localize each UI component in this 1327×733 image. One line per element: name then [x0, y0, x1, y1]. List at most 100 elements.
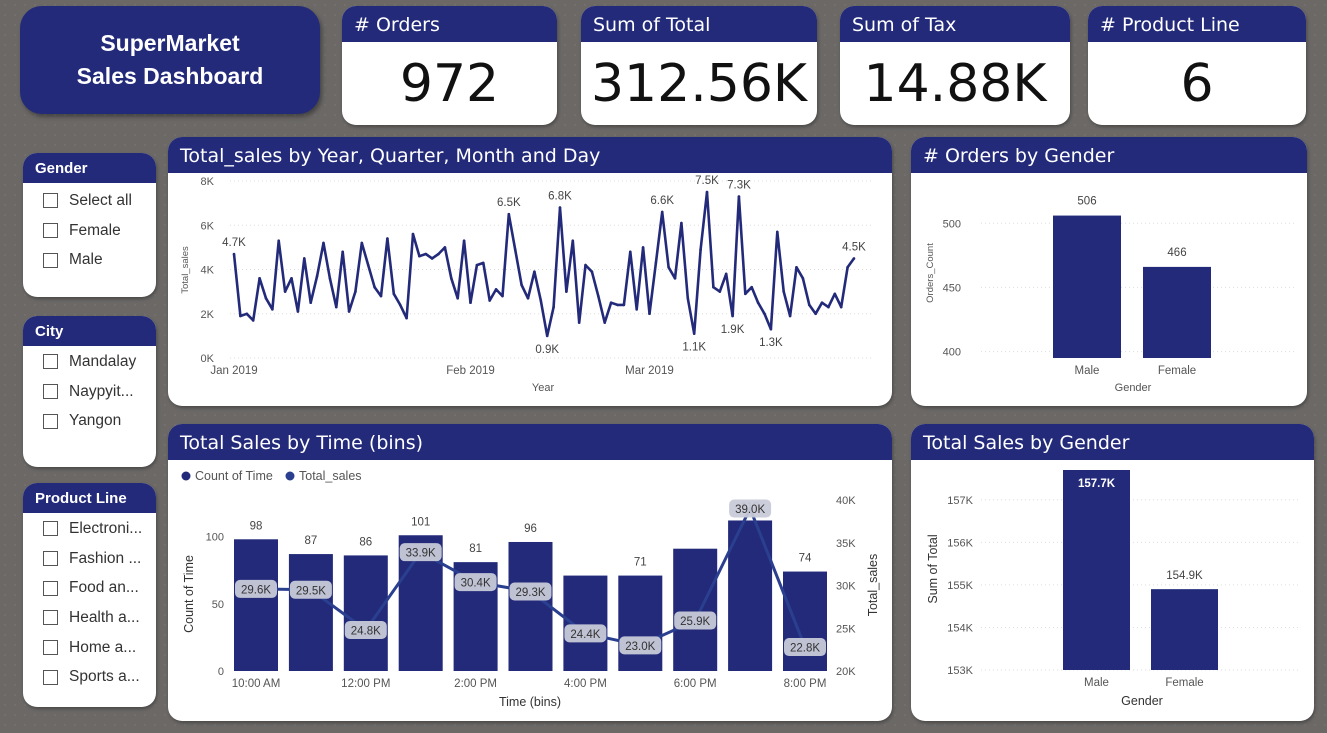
x-axis-title: Time (bins) — [499, 695, 561, 709]
kpi-card-product-line[interactable]: # Product Line 6 — [1088, 6, 1306, 125]
chart-card-sales-by-time[interactable]: Total Sales by Time (bins) Count of Time… — [168, 424, 892, 721]
bar-count — [508, 541, 553, 671]
data-point — [577, 321, 581, 324]
x-tick-label: Male — [1084, 677, 1109, 689]
data-point — [251, 319, 255, 322]
checkbox[interactable] — [43, 610, 58, 626]
data-point — [328, 277, 332, 280]
data-point — [820, 301, 824, 304]
y-axis-title: Count of Time — [182, 555, 196, 633]
legend-marker — [285, 471, 295, 481]
data-label: 157.7K — [1078, 478, 1116, 490]
x-tick-label: 2:00 PM — [454, 678, 497, 690]
data-label: 4.7K — [222, 237, 246, 249]
y2-axis-title: Total_sales — [866, 554, 880, 617]
checkbox[interactable] — [43, 384, 58, 400]
bar-data-label: 96 — [524, 523, 537, 535]
x-axis-title: Gender — [1121, 694, 1163, 708]
checkbox[interactable] — [43, 413, 58, 429]
slicer-option-naypyitaw[interactable]: Naypyit... — [23, 377, 156, 407]
data-point — [315, 274, 319, 278]
bar-count — [343, 555, 388, 671]
bar-male — [1053, 215, 1121, 358]
slicer-option-electronic[interactable]: Electroni... — [23, 514, 156, 544]
checkbox[interactable] — [43, 640, 58, 656]
y2-tick-label: 30K — [836, 581, 856, 593]
chart-title: Total Sales by Gender — [911, 424, 1314, 460]
data-point — [526, 296, 530, 300]
slicer-option-home[interactable]: Home a... — [23, 633, 156, 663]
slicer-option-select-all[interactable]: Select all — [23, 186, 156, 216]
data-point — [756, 301, 760, 304]
kpi-card-orders[interactable]: # Orders 972 — [342, 6, 557, 125]
slicer-option-yangon[interactable]: Yangon — [23, 406, 156, 436]
data-point — [635, 308, 638, 311]
checkbox[interactable] — [43, 252, 58, 268]
y-axis-title: Total_sales — [180, 246, 191, 294]
data-label: 466 — [1167, 247, 1186, 259]
slicer-option-sports[interactable]: Sports a... — [23, 662, 156, 692]
x-tick-label: Feb 2019 — [446, 365, 495, 377]
line-data-label: 33.9K — [406, 548, 436, 560]
chart-card-orders-by-gender[interactable]: # Orders by Gender 400 450 500 506 Male 466 Fe… — [911, 137, 1307, 406]
kpi-label: Sum of Tax — [840, 6, 1070, 42]
bar-data-label: 81 — [469, 543, 482, 555]
bar-data-label: 98 — [250, 520, 263, 532]
option-label: Home a... — [69, 638, 137, 656]
kpi-card-sum-total[interactable]: Sum of Total 312.56K — [581, 6, 817, 125]
data-label: 6.6K — [650, 195, 674, 207]
slicer-option-health[interactable]: Health a... — [23, 603, 156, 633]
checkbox[interactable] — [43, 193, 58, 209]
slicer-title: City — [23, 316, 156, 346]
slicer-option-fashion[interactable]: Fashion ... — [23, 544, 156, 574]
slicer-option-food[interactable]: Food an... — [23, 573, 156, 603]
checkbox[interactable] — [43, 669, 58, 685]
slicer-option-female[interactable]: Female — [23, 216, 156, 246]
data-point — [545, 334, 549, 338]
y-tick-label: 0 — [218, 666, 224, 678]
data-point — [290, 277, 293, 280]
data-label: 0.9K — [535, 344, 559, 356]
data-point — [386, 237, 389, 240]
checkbox[interactable] — [43, 580, 58, 596]
legend-label: Count of Time — [195, 469, 273, 483]
data-point — [239, 314, 242, 318]
dashboard-title: SuperMarket Sales Dashboard — [20, 6, 320, 114]
slicer-option-mandalay[interactable]: Mandalay — [23, 347, 156, 377]
bar-count — [618, 575, 663, 671]
combo-chart: Count of Time Total_sales 0 50 100 20K 25K 30K 3… — [181, 469, 880, 709]
chart-card-sales-by-gender[interactable]: Total Sales by Gender 153K 154K 155K 156K 15… — [911, 424, 1314, 721]
checkbox[interactable] — [43, 521, 58, 537]
data-point — [558, 206, 562, 209]
y-axis-title: Sum of Total — [926, 534, 940, 603]
data-point — [450, 277, 453, 280]
data-point — [430, 257, 434, 260]
data-label: 7.5K — [695, 175, 719, 187]
bar-data-label: 86 — [359, 536, 372, 548]
line-data-label: 23.0K — [625, 641, 655, 653]
dashboard-title-text: SuperMarket Sales Dashboard — [76, 30, 264, 89]
checkbox[interactable] — [43, 551, 58, 567]
data-point — [354, 290, 357, 293]
x-tick-label: Jan 2019 — [210, 365, 257, 377]
data-point — [839, 305, 843, 309]
checkbox[interactable] — [43, 223, 58, 239]
kpi-value: 972 — [399, 54, 500, 114]
option-label: Fashion ... — [69, 549, 142, 567]
y2-tick-label: 35K — [836, 538, 856, 550]
data-point — [737, 195, 741, 198]
data-point — [731, 314, 734, 318]
kpi-value: 312.56K — [590, 54, 808, 114]
checkbox[interactable] — [43, 354, 58, 370]
data-point — [398, 303, 402, 307]
data-point — [303, 257, 306, 260]
kpi-card-sum-tax[interactable]: Sum of Tax 14.88K — [840, 6, 1070, 125]
chart-card-total-sales-by-date[interactable]: Total_sales by Year, Quarter, Month and … — [168, 137, 892, 406]
data-point — [641, 246, 645, 249]
data-point — [360, 241, 364, 245]
slicer-city: City Mandalay Naypyit... Yangon — [23, 316, 156, 467]
option-label: Male — [69, 251, 103, 269]
orders-bar-chart: 400 450 500 506 Male 466 Female Gender Orders_Co… — [925, 196, 1296, 394]
slicer-option-male[interactable]: Male — [23, 245, 156, 275]
bar-count — [673, 548, 718, 671]
